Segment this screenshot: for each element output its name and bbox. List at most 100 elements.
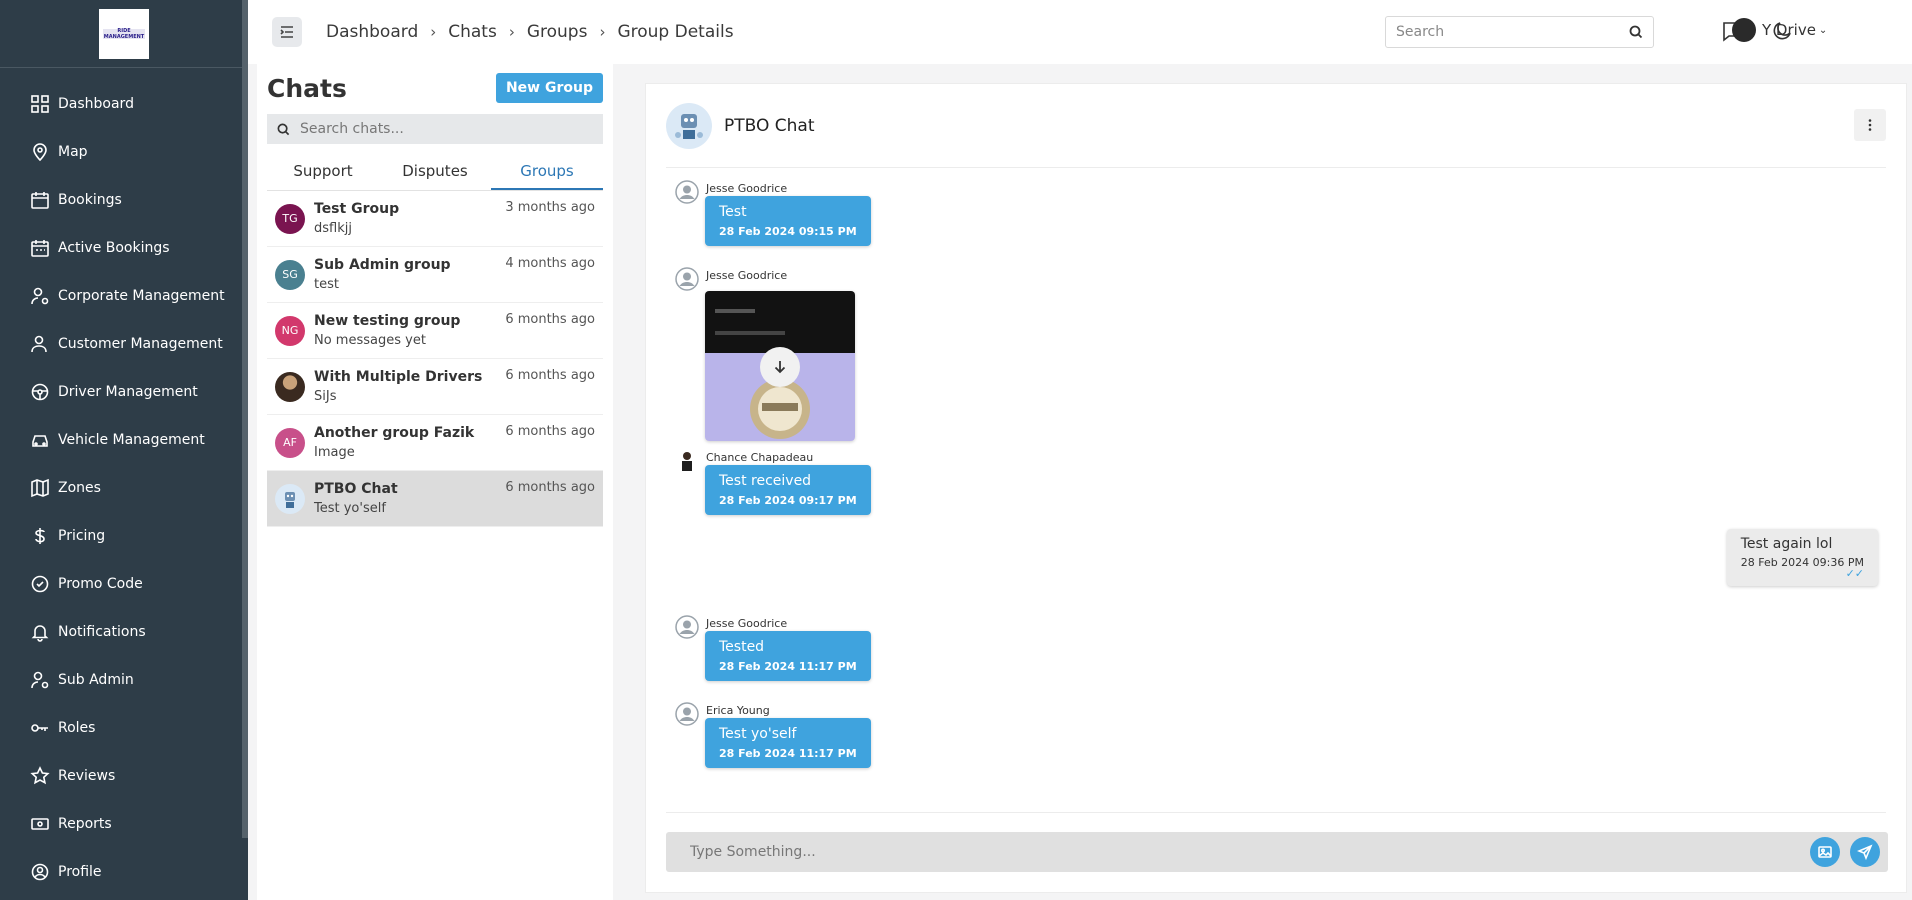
my-message-bubble: Test again lol 28 Feb 2024 09:36 PM ✓✓ <box>1726 529 1878 586</box>
global-search-input[interactable] <box>1396 24 1629 40</box>
sidebar-item-label: Promo Code <box>58 576 143 592</box>
message-bubble: Test received 28 Feb 2024 09:17 PM <box>705 465 871 515</box>
message-sender: Jesse Goodrice <box>706 182 788 195</box>
page-title: Chats <box>267 73 347 103</box>
sidebar-item-customer-management[interactable]: Customer Management <box>0 320 248 368</box>
money-icon <box>30 814 50 834</box>
breadcrumb-separator: › <box>508 23 515 41</box>
chat-last-message: dsflkjj <box>314 221 352 236</box>
more-options-button[interactable] <box>1854 109 1886 141</box>
sidebar-item-label: Map <box>58 144 88 160</box>
conversation-title: PTBO Chat <box>724 115 815 136</box>
app-logo[interactable]: RIDE MANAGEMENT <box>99 8 149 59</box>
chat-search-input[interactable] <box>300 121 593 137</box>
sidebar-item-dashboard[interactable]: Dashboard <box>0 80 248 128</box>
download-button[interactable] <box>760 347 800 387</box>
list-item[interactable]: TG Test Group dsflkjj 3 months ago <box>267 191 603 247</box>
divider <box>666 812 1886 813</box>
list-item[interactable]: NG New testing group No messages yet 6 mo… <box>267 303 603 359</box>
sidebar-item-label: Pricing <box>58 528 106 544</box>
map-pin-icon <box>30 142 50 162</box>
list-item[interactable]: With Multiple Drivers SiJs 6 months ago <box>267 359 603 415</box>
chat-search <box>267 114 603 144</box>
user-menu[interactable]: Y Drive ⌄ <box>1732 18 1827 42</box>
conversation-panel: PTBO Chat Jesse Goodrice Test 28 Feb 202… <box>645 83 1907 893</box>
chat-tabs: Support Disputes Groups <box>267 152 603 191</box>
global-search <box>1385 16 1654 48</box>
new-group-button[interactable]: New Group <box>495 73 603 103</box>
attach-image-button[interactable] <box>1810 837 1840 867</box>
breadcrumb-separator: › <box>599 23 606 41</box>
sidebar-item-label: Dashboard <box>58 96 134 112</box>
sidebar-item-label: Zones <box>58 480 101 496</box>
tab-disputes[interactable]: Disputes <box>379 152 491 190</box>
sidebar-item-label: Roles <box>58 720 96 736</box>
chat-last-message: No messages yet <box>314 333 426 348</box>
search-icon[interactable] <box>1629 25 1643 39</box>
message-input[interactable] <box>690 844 1800 860</box>
send-button[interactable] <box>1850 837 1880 867</box>
steering-wheel-icon <box>30 382 50 402</box>
double-check-icon: ✓✓ <box>1845 567 1864 580</box>
chat-last-message: SiJs <box>314 389 337 404</box>
chat-last-message: Image <box>314 445 355 460</box>
chat-time: 6 months ago <box>505 368 595 383</box>
message-bubble: Test 28 Feb 2024 09:15 PM <box>705 196 871 246</box>
sidebar-item-promo-code[interactable]: Promo Code <box>0 560 248 608</box>
robot-icon <box>285 491 295 508</box>
tab-groups[interactable]: Groups <box>491 152 603 190</box>
avatar <box>666 102 712 149</box>
sidebar-item-sub-admin[interactable]: Sub Admin <box>0 656 248 704</box>
sidebar-item-reviews[interactable]: Reviews <box>0 752 248 800</box>
tab-support[interactable]: Support <box>267 152 379 190</box>
sidebar-item-label: Customer Management <box>58 336 223 352</box>
sidebar-item-driver-management[interactable]: Driver Management <box>0 368 248 416</box>
breadcrumb-chats[interactable]: Chats <box>448 22 497 42</box>
message-time: 28 Feb 2024 11:17 PM <box>719 660 857 673</box>
search-icon <box>277 123 290 135</box>
image-icon <box>1818 846 1832 858</box>
avatar: NG <box>275 315 305 346</box>
breadcrumb-separator: › <box>430 23 437 41</box>
message-time: 28 Feb 2024 09:17 PM <box>719 494 857 507</box>
sidebar-item-label: Sub Admin <box>58 672 134 688</box>
breadcrumb-groups[interactable]: Groups <box>527 22 588 42</box>
message-sender: Jesse Goodrice <box>706 617 788 630</box>
chat-time: 3 months ago <box>505 200 595 215</box>
message-time: 28 Feb 2024 09:15 PM <box>719 225 857 238</box>
user-icon <box>30 334 50 354</box>
list-item[interactable]: PTBO Chat Test yo'self 6 months ago <box>267 471 603 527</box>
breadcrumb-dashboard[interactable]: Dashboard <box>326 22 418 42</box>
sidebar-item-reports[interactable]: Reports <box>0 800 248 848</box>
badge-check-icon <box>30 574 50 594</box>
user-cog-icon <box>30 670 50 690</box>
message-text: Test <box>719 204 747 220</box>
message-image[interactable] <box>705 291 855 441</box>
sidebar-item-zones[interactable]: Zones <box>0 464 248 512</box>
map-icon <box>30 478 50 498</box>
sidebar-item-bookings[interactable]: Bookings <box>0 176 248 224</box>
sidebar-item-roles[interactable]: Roles <box>0 704 248 752</box>
sidebar-toggle-button[interactable] <box>272 17 302 47</box>
message-sender: Chance Chapadeau <box>706 451 814 464</box>
logo-icon: RIDE MANAGEMENT <box>103 28 145 40</box>
chat-time: 6 months ago <box>505 312 595 327</box>
chat-list-header: Chats New Group <box>257 68 613 108</box>
list-item[interactable]: AF Another group Fazik Image 6 months ago <box>267 415 603 471</box>
sidebar-item-corporate-management[interactable]: Corporate Management <box>0 272 248 320</box>
avatar: TG <box>275 203 305 234</box>
sidebar-item-notifications[interactable]: Notifications <box>0 608 248 656</box>
arrow-down-icon <box>774 361 786 374</box>
sidebar-scrollbar[interactable] <box>242 0 248 838</box>
sidebar-item-pricing[interactable]: Pricing <box>0 512 248 560</box>
message-composer <box>666 832 1888 872</box>
sidebar-item-vehicle-management[interactable]: Vehicle Management <box>0 416 248 464</box>
message-text: Tested <box>719 639 765 655</box>
user-avatar-icon <box>675 267 699 291</box>
sidebar-item-label: Notifications <box>58 624 146 640</box>
list-item[interactable]: SG Sub Admin group test 4 months ago <box>267 247 603 303</box>
sidebar-item-active-bookings[interactable]: Active Bookings <box>0 224 248 272</box>
sidebar-item-map[interactable]: Map <box>0 128 248 176</box>
user-avatar-icon <box>675 615 699 639</box>
sidebar-item-profile[interactable]: Profile <box>0 848 248 896</box>
